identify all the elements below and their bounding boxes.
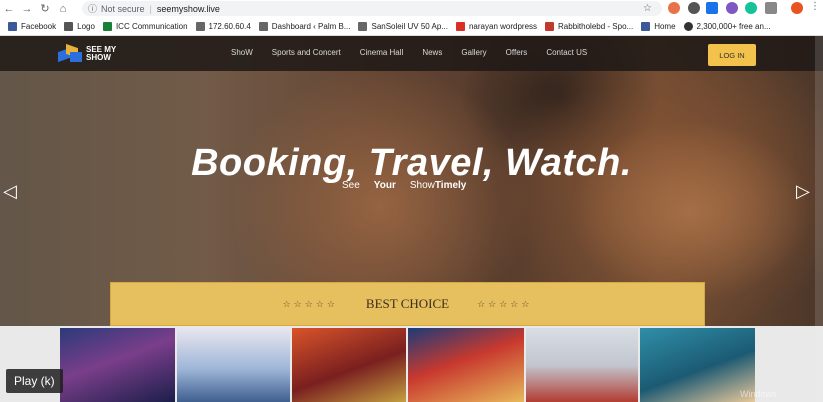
facebook-icon [641, 21, 651, 31]
movie-poster[interactable] [60, 328, 175, 402]
bookmark-item[interactable]: Rabbitholebd - Spo... [545, 21, 633, 31]
bookmark-star-icon[interactable]: ☆ [643, 3, 652, 14]
hero-subline: See Your Show Timely [342, 180, 467, 191]
facebook-icon [8, 21, 17, 31]
address-bar[interactable]: ⓘ Not secure | seemyshow.live ☆ [82, 1, 662, 16]
main-nav: ShoW Sports and Concert Cinema Hall News… [231, 48, 606, 57]
bookmark-item[interactable]: Home [641, 21, 676, 31]
movie-poster[interactable] [526, 328, 638, 402]
windows-watermark: Windows [740, 389, 777, 399]
bookmark-item[interactable]: SanSoleil UV 50 Ap... [358, 21, 448, 31]
browser-chrome: ← → ↻ ⌂ ⓘ Not secure | seemyshow.live ☆ … [0, 0, 823, 36]
extension-icon[interactable] [726, 2, 738, 14]
page-icon [545, 21, 555, 31]
movie-poster[interactable] [177, 328, 290, 402]
scrollbar[interactable] [815, 36, 823, 402]
login-button[interactable]: LOG IN [708, 44, 756, 66]
url-text: seemyshow.live [156, 3, 220, 14]
nav-gallery[interactable]: Gallery [461, 48, 486, 57]
site-header: SEE MY SHOW ShoW Sports and Concert Cine… [0, 36, 823, 71]
movie-poster[interactable] [640, 328, 755, 402]
extension-icon[interactable] [706, 2, 718, 14]
logo-text: SEE MY SHOW [86, 45, 117, 62]
site-logo[interactable]: SEE MY SHOW [58, 43, 117, 63]
star-rating-icon: ☆☆☆☆☆ [282, 298, 338, 309]
hero-headline: Booking, Travel, Watch. [191, 142, 632, 184]
extension-icon[interactable] [688, 2, 700, 14]
bookmarks-bar: Facebook Logo ICC Communication 172.60.6… [0, 17, 823, 36]
profile-avatar[interactable] [791, 2, 803, 14]
browser-toolbar: ← → ↻ ⌂ ⓘ Not secure | seemyshow.live ☆ … [0, 0, 823, 17]
home-icon[interactable]: ⌂ [54, 0, 72, 17]
grammarly-icon[interactable] [745, 2, 757, 14]
bookmark-item[interactable]: Logo [64, 21, 95, 31]
page-icon [195, 21, 205, 31]
nav-news[interactable]: News [422, 48, 442, 57]
reload-icon[interactable]: ↻ [36, 0, 54, 17]
website: SEE MY SHOW ShoW Sports and Concert Cine… [0, 36, 823, 402]
bookmark-item[interactable]: 172.60.60.4 [195, 21, 251, 31]
camera-icon[interactable] [765, 2, 777, 14]
info-icon[interactable]: ⓘ [88, 2, 97, 15]
youtube-icon [455, 21, 465, 31]
separator: | [149, 3, 152, 14]
page-icon [258, 21, 268, 31]
next-slide-icon[interactable]: ▷ [796, 181, 810, 202]
bookmark-item[interactable]: Facebook [8, 21, 56, 31]
movie-poster[interactable] [408, 328, 524, 402]
bookmark-item[interactable]: Dashboard ‹ Palm B... [258, 21, 350, 31]
nav-sports-concert[interactable]: Sports and Concert [272, 48, 341, 57]
back-icon[interactable]: ← [0, 0, 18, 17]
best-choice-banner: ☆☆☆☆☆ BEST CHOICE ☆☆☆☆☆ [110, 282, 705, 326]
page-icon [683, 21, 693, 31]
best-choice-title: BEST CHOICE [365, 296, 450, 311]
nav-cinema-hall[interactable]: Cinema Hall [360, 48, 404, 57]
page-icon [102, 21, 112, 31]
movie-poster[interactable] [292, 328, 406, 402]
not-secure-label: Not secure [101, 3, 145, 14]
page-icon [358, 21, 368, 31]
play-tooltip: Play (k) [6, 369, 63, 393]
nav-offers[interactable]: Offers [506, 48, 528, 57]
page-icon [64, 21, 74, 31]
bookmark-item[interactable]: ICC Communication [102, 21, 188, 31]
logo-icon [58, 43, 84, 63]
prev-slide-icon[interactable]: ◁ [3, 181, 17, 202]
star-rating-icon: ☆☆☆☆☆ [477, 298, 533, 309]
movie-posters-row [0, 326, 823, 402]
menu-icon[interactable]: ⋮ [810, 1, 820, 12]
nav-contact[interactable]: Contact US [546, 48, 587, 57]
bookmark-item[interactable]: 2,300,000+ free an... [683, 21, 771, 31]
bookmark-item[interactable]: narayan wordpress [455, 21, 537, 31]
extension-icon[interactable] [668, 2, 680, 14]
forward-icon[interactable]: → [18, 0, 36, 17]
nav-show[interactable]: ShoW [231, 48, 253, 57]
